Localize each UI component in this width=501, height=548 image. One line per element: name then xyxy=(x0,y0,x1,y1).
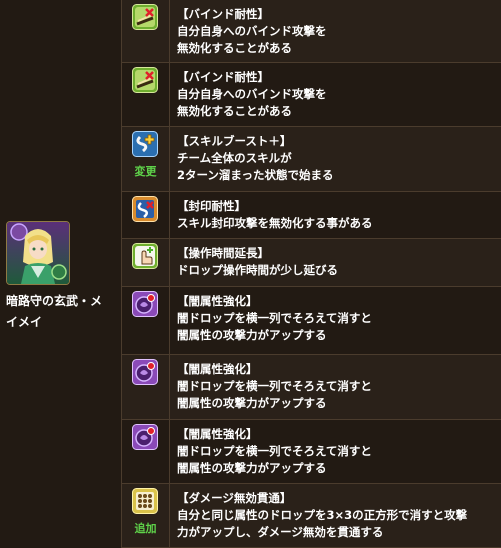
character-name-line: イメイ xyxy=(6,315,43,329)
awakening-title: 【封印耐性】 xyxy=(177,199,246,213)
awakening-row: 【闇属性強化】闇ドロップを横一列でそろえて消すと 闇属性の攻撃力がアップする xyxy=(122,287,501,355)
awakening-description-line: 闇属性の攻撃力がアップする xyxy=(177,328,327,342)
awakening-description: 【ダメージ無効貫通】自分と同じ属性のドロップを3×3の正方形で消すと攻撃 力がアッ… xyxy=(177,490,499,541)
awakening-row: 【闇属性強化】闇ドロップを横一列でそろえて消すと 闇属性の攻撃力がアップする xyxy=(122,355,501,420)
awakening-description: 【封印耐性】スキル封印攻撃を無効化する事がある xyxy=(177,198,499,232)
awakening-change-tag: 変更 xyxy=(134,165,157,178)
awakening-title: 【バインド耐性】 xyxy=(177,70,269,84)
bind-resist-icon[interactable] xyxy=(132,67,158,93)
awakening-description-line: 力がアップし、ダメージ無効を貫通する xyxy=(177,525,384,539)
awakening-description-line: 闇ドロップを横一列でそろえて消すと xyxy=(177,311,372,325)
awakening-description-line: スキル封印攻撃を無効化する事がある xyxy=(177,216,373,230)
awakening-title: 【スキルブースト＋】 xyxy=(177,134,292,148)
character-portrait[interactable] xyxy=(6,221,70,285)
dark-enhance-icon[interactable] xyxy=(132,424,158,450)
awakening-title: 【闇属性強化】 xyxy=(177,362,258,376)
awakening-description: 【闇属性強化】闇ドロップを横一列でそろえて消すと 闇属性の攻撃力がアップする xyxy=(177,293,499,344)
awakening-title: 【バインド耐性】 xyxy=(177,7,269,21)
awakening-icon-cell xyxy=(122,355,170,419)
awakening-description: 【操作時間延長】ドロップ操作時間が少し延びる xyxy=(177,245,499,279)
awakening-description-line: 闇属性の攻撃力がアップする xyxy=(177,461,327,475)
awakening-description-line: 闇ドロップを横一列でそろえて消すと xyxy=(177,379,372,393)
awakening-description-line: 2ターン溜まった状態で始まる xyxy=(177,168,334,182)
awakening-description-line: 無効化することがある xyxy=(177,104,292,118)
skill-boost-plus-icon[interactable] xyxy=(132,131,158,157)
awakening-row: 【封印耐性】スキル封印攻撃を無効化する事がある xyxy=(122,192,501,239)
awakening-icon-cell xyxy=(122,192,170,238)
character-name: 暗路守の玄武・メ イメイ xyxy=(6,291,118,333)
awakening-row: 【バインド耐性】自分自身へのバインド攻撃を 無効化することがある xyxy=(122,0,501,63)
awakening-description-line: 闇属性の攻撃力がアップする xyxy=(177,396,327,410)
awakening-row: 【操作時間延長】ドロップ操作時間が少し延びる xyxy=(122,239,501,287)
awakening-description: 【バインド耐性】自分自身へのバインド攻撃を 無効化することがある xyxy=(177,6,499,57)
character-cell: 暗路守の玄武・メ イメイ xyxy=(0,0,122,548)
awakening-description: 【バインド耐性】自分自身へのバインド攻撃を 無効化することがある xyxy=(177,69,499,120)
awakening-description-line: 自分と同じ属性のドロップを3×3の正方形で消すと攻撃 xyxy=(177,508,468,522)
awakening-icon-cell xyxy=(122,287,170,354)
awakening-icon-cell: 追加 xyxy=(122,484,170,547)
awakening-row: 【闇属性強化】闇ドロップを横一列でそろえて消すと 闇属性の攻撃力がアップする xyxy=(122,420,501,484)
dark-enhance-icon[interactable] xyxy=(132,291,158,317)
awakening-icon-cell: 変更 xyxy=(122,127,170,191)
awakening-row: 追加 【ダメージ無効貫通】自分と同じ属性のドロップを3×3の正方形で消すと攻撃 力が… xyxy=(122,484,501,548)
awakening-description-line: チーム全体のスキルが xyxy=(177,151,292,165)
awakening-description-line: 自分自身へのバインド攻撃を xyxy=(177,24,327,38)
awakening-table: 暗路守の玄武・メ イメイ 【バインド耐性】 自分自身へのバインド攻撃を 無効化するこ… xyxy=(0,0,501,548)
awakening-title: 【闇属性強化】 xyxy=(177,294,258,308)
awakening-row: 変更 【スキルブースト＋】 チーム全体のスキルが 2ターン溜まった状態で始まる xyxy=(122,127,501,192)
dark-enhance-icon[interactable] xyxy=(132,359,158,385)
awakening-description: 【闇属性強化】闇ドロップを横一列でそろえて消すと 闇属性の攻撃力がアップする xyxy=(177,426,499,477)
awakening-title: 【ダメージ無効貫通】 xyxy=(177,491,292,505)
awakening-description-line: 無効化することがある xyxy=(177,41,292,55)
character-name-line: 暗路守の玄武・メ xyxy=(6,294,103,308)
awakening-description: 【スキルブースト＋】 チーム全体のスキルが 2ターン溜まった状態で始まる xyxy=(177,133,499,184)
awakening-icon-cell xyxy=(122,420,170,483)
awakening-icon-cell xyxy=(122,0,170,62)
awakening-row: 【バインド耐性】自分自身へのバインド攻撃を 無効化することがある xyxy=(122,63,501,127)
awakening-description-line: 闇ドロップを横一列でそろえて消すと xyxy=(177,444,372,458)
bind-resist-icon[interactable] xyxy=(132,4,158,30)
awakening-title: 【操作時間延長】 xyxy=(177,246,269,260)
awakening-description: 【闇属性強化】闇ドロップを横一列でそろえて消すと 闇属性の攻撃力がアップする xyxy=(177,361,499,412)
awakening-icon-cell xyxy=(122,63,170,126)
awakening-description-line: ドロップ操作時間が少し延びる xyxy=(177,263,338,277)
seal-resist-icon[interactable] xyxy=(132,196,158,222)
awakening-change-tag: 追加 xyxy=(134,522,157,535)
damage-void-pierce-icon[interactable] xyxy=(132,488,158,514)
awakening-icon-cell xyxy=(122,239,170,286)
awakening-description-line: 自分自身へのバインド攻撃を xyxy=(177,87,327,101)
time-extend-icon[interactable] xyxy=(132,243,158,269)
awakening-title: 【闇属性強化】 xyxy=(177,427,258,441)
